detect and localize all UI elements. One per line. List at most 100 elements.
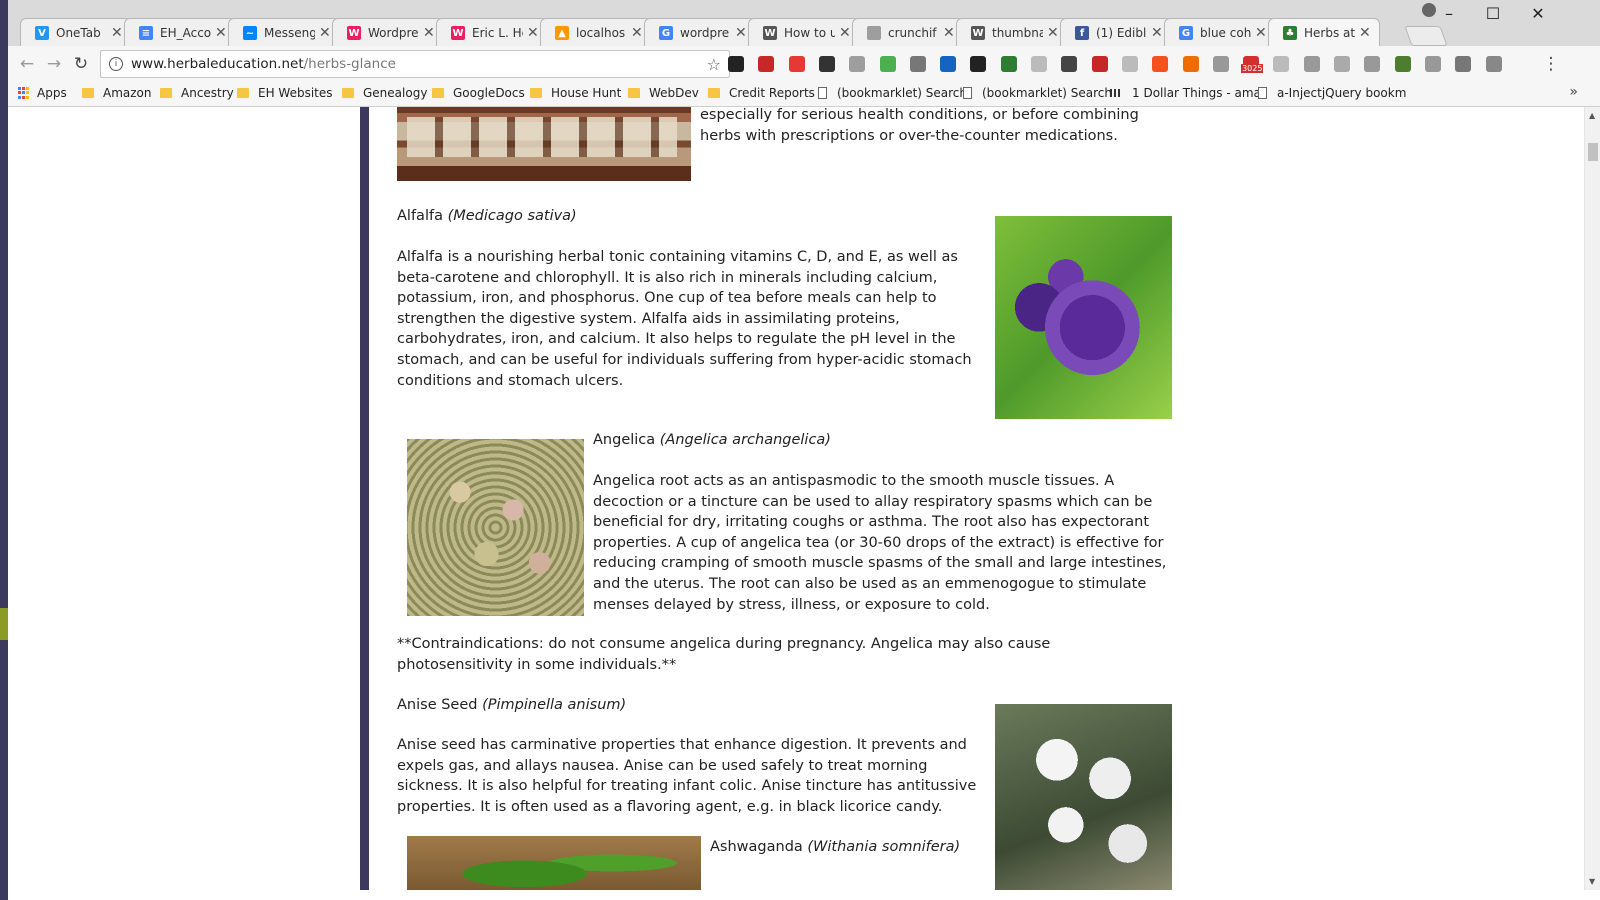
- wikipedia-icon: W: [763, 26, 777, 40]
- alfalfa-name: Alfalfa: [397, 208, 443, 224]
- folder-icon: [82, 88, 94, 98]
- close-tab-icon[interactable]: ✕: [1255, 25, 1267, 41]
- globe-icon[interactable]: [1485, 56, 1502, 72]
- wifi-icon[interactable]: [909, 56, 926, 72]
- cloud-icon[interactable]: [849, 56, 866, 72]
- gear-icon[interactable]: [970, 56, 987, 72]
- panel-icon[interactable]: [1364, 56, 1381, 72]
- onetab-icon: V: [35, 26, 49, 40]
- tab-2[interactable]: ~ Messeng ✕: [228, 18, 340, 47]
- pinterest-icon[interactable]: [1091, 56, 1108, 72]
- tab-4[interactable]: W Eric L. He ✕: [436, 18, 548, 47]
- tab-12[interactable]: ♣ Herbs at ✕: [1268, 18, 1380, 47]
- pocket-icon[interactable]: [788, 56, 805, 72]
- close-tab-icon[interactable]: ✕: [943, 25, 955, 41]
- bookmark-label: 1 Dollar Things - ama: [1132, 86, 1261, 100]
- bookmark-2[interactable]: Ancestry: [160, 86, 234, 100]
- ashwaganda-name: Ashwaganda: [710, 839, 803, 855]
- maximize-icon[interactable]: ☐: [1478, 4, 1508, 23]
- close-tab-icon[interactable]: ✕: [631, 25, 643, 41]
- scrollbar-thumb[interactable]: [1588, 143, 1598, 161]
- close-tab-icon[interactable]: ✕: [527, 25, 539, 41]
- bookmark-6[interactable]: House Hunt: [530, 86, 621, 100]
- c-icon[interactable]: [1334, 56, 1350, 72]
- bookmark-4[interactable]: Genealogy: [342, 86, 427, 100]
- close-tab-icon[interactable]: ✕: [1359, 25, 1371, 41]
- eyedropper-icon[interactable]: [818, 56, 835, 72]
- forward-icon[interactable]: →: [43, 54, 65, 74]
- messenger-icon: ~: [243, 26, 257, 40]
- color-icon[interactable]: [1394, 56, 1411, 72]
- scroll-up-icon[interactable]: ▲: [1589, 111, 1595, 120]
- grammarly-icon[interactable]: [1000, 56, 1017, 72]
- key-icon[interactable]: [1182, 56, 1199, 72]
- bookmark-11[interactable]: 1 Dollar Things - ama: [1110, 86, 1261, 100]
- reload-icon[interactable]: ↻: [70, 54, 92, 74]
- bookmark-label: WebDev: [649, 86, 699, 100]
- grid-icon[interactable]: [1212, 56, 1229, 72]
- screen-icon[interactable]: [1031, 56, 1047, 72]
- bookmark-1[interactable]: Amazon: [82, 86, 152, 100]
- tab-title: OneTab: [56, 26, 101, 40]
- car-icon[interactable]: [1061, 56, 1078, 72]
- tab-7[interactable]: W How to u ✕: [748, 18, 860, 47]
- close-tab-icon[interactable]: ✕: [735, 25, 747, 41]
- bookmark-label: GoogleDocs: [453, 86, 525, 100]
- back-icon[interactable]: ←: [16, 54, 38, 74]
- print-icon[interactable]: [1121, 56, 1138, 72]
- close-tab-icon[interactable]: ✕: [1047, 25, 1059, 41]
- close-window-icon[interactable]: ✕: [1523, 4, 1553, 23]
- tab-0[interactable]: V OneTab ✕: [20, 18, 132, 47]
- x-icon[interactable]: [1303, 56, 1320, 72]
- tab-5[interactable]: ▲ localhos ✕: [540, 18, 652, 47]
- bookmark-5[interactable]: GoogleDocs: [432, 86, 525, 100]
- menu-icon[interactable]: ⋮: [1540, 54, 1562, 74]
- close-tab-icon[interactable]: ✕: [839, 25, 851, 41]
- bookmark-12[interactable]: a-InjectjQuery bookm: [1258, 86, 1406, 100]
- page-content: especially for serious health conditions…: [369, 107, 1584, 890]
- tab-10[interactable]: f (1) Edibl ✕: [1060, 18, 1172, 47]
- close-tab-icon[interactable]: ✕: [423, 25, 435, 41]
- tab-3[interactable]: W Wordpre ✕: [332, 18, 444, 47]
- adobe-icon[interactable]: [758, 56, 775, 72]
- amazon-icon[interactable]: [728, 56, 744, 72]
- tab-title: Herbs at: [1304, 26, 1355, 40]
- tab-1[interactable]: ≡ EH_Acco ✕: [124, 18, 236, 47]
- tab-8[interactable]: crunchif ✕: [852, 18, 964, 47]
- close-tab-icon[interactable]: ✕: [319, 25, 331, 41]
- page-icon: [963, 87, 972, 99]
- close-tab-icon[interactable]: ✕: [1151, 25, 1163, 41]
- site-info-icon[interactable]: i: [109, 57, 123, 71]
- bookmark-label: Amazon: [103, 86, 152, 100]
- tab-title: crunchif: [888, 26, 937, 40]
- tab-9[interactable]: Wthumbna ✕: [956, 18, 1068, 47]
- bookmarks-bar: Apps Amazon Ancestry EH Websites Genealogy Go…: [8, 82, 1600, 107]
- bookmark-9[interactable]: (bookmarklet) Search: [818, 86, 967, 100]
- ruler-icon[interactable]: [1273, 56, 1290, 72]
- address-bar[interactable]: i www.herbaleducation.net/herbs-glance ☆: [100, 50, 730, 78]
- tab-6[interactable]: Gwordpre ✕: [644, 18, 756, 47]
- gmail-icon[interactable]: 3025: [1241, 56, 1264, 73]
- minimize-icon[interactable]: –: [1434, 4, 1464, 23]
- scroll-down-icon[interactable]: ▼: [1589, 877, 1595, 886]
- tab-title: How to u: [784, 26, 835, 40]
- close-tab-icon[interactable]: ✕: [111, 25, 123, 41]
- google-translate-icon[interactable]: [879, 56, 896, 72]
- bookmark-0[interactable]: Apps: [18, 86, 67, 100]
- bookmark-label: EH Websites: [258, 86, 333, 100]
- bookmark-star-icon[interactable]: ☆: [707, 55, 721, 74]
- bookmark-7[interactable]: WebDev: [628, 86, 699, 100]
- new-tab-button[interactable]: [1404, 26, 1448, 46]
- lastpass-icon[interactable]: [1455, 56, 1472, 72]
- bookmark-8[interactable]: Credit Reports: [708, 86, 815, 100]
- tab-title: wordpre: [680, 26, 730, 40]
- tag-icon[interactable]: [1424, 56, 1441, 72]
- tab-11[interactable]: Gblue coh ✕: [1164, 18, 1276, 47]
- plus-icon[interactable]: [1152, 56, 1169, 72]
- close-tab-icon[interactable]: ✕: [215, 25, 227, 41]
- bookmark-10[interactable]: (bookmarklet) Search: [963, 86, 1112, 100]
- vertical-scrollbar[interactable]: ▲ ▼: [1584, 107, 1600, 890]
- vimeo-icon[interactable]: [940, 56, 957, 72]
- bookmark-3[interactable]: EH Websites: [237, 86, 333, 100]
- bookmarks-overflow-icon[interactable]: »: [1569, 84, 1578, 100]
